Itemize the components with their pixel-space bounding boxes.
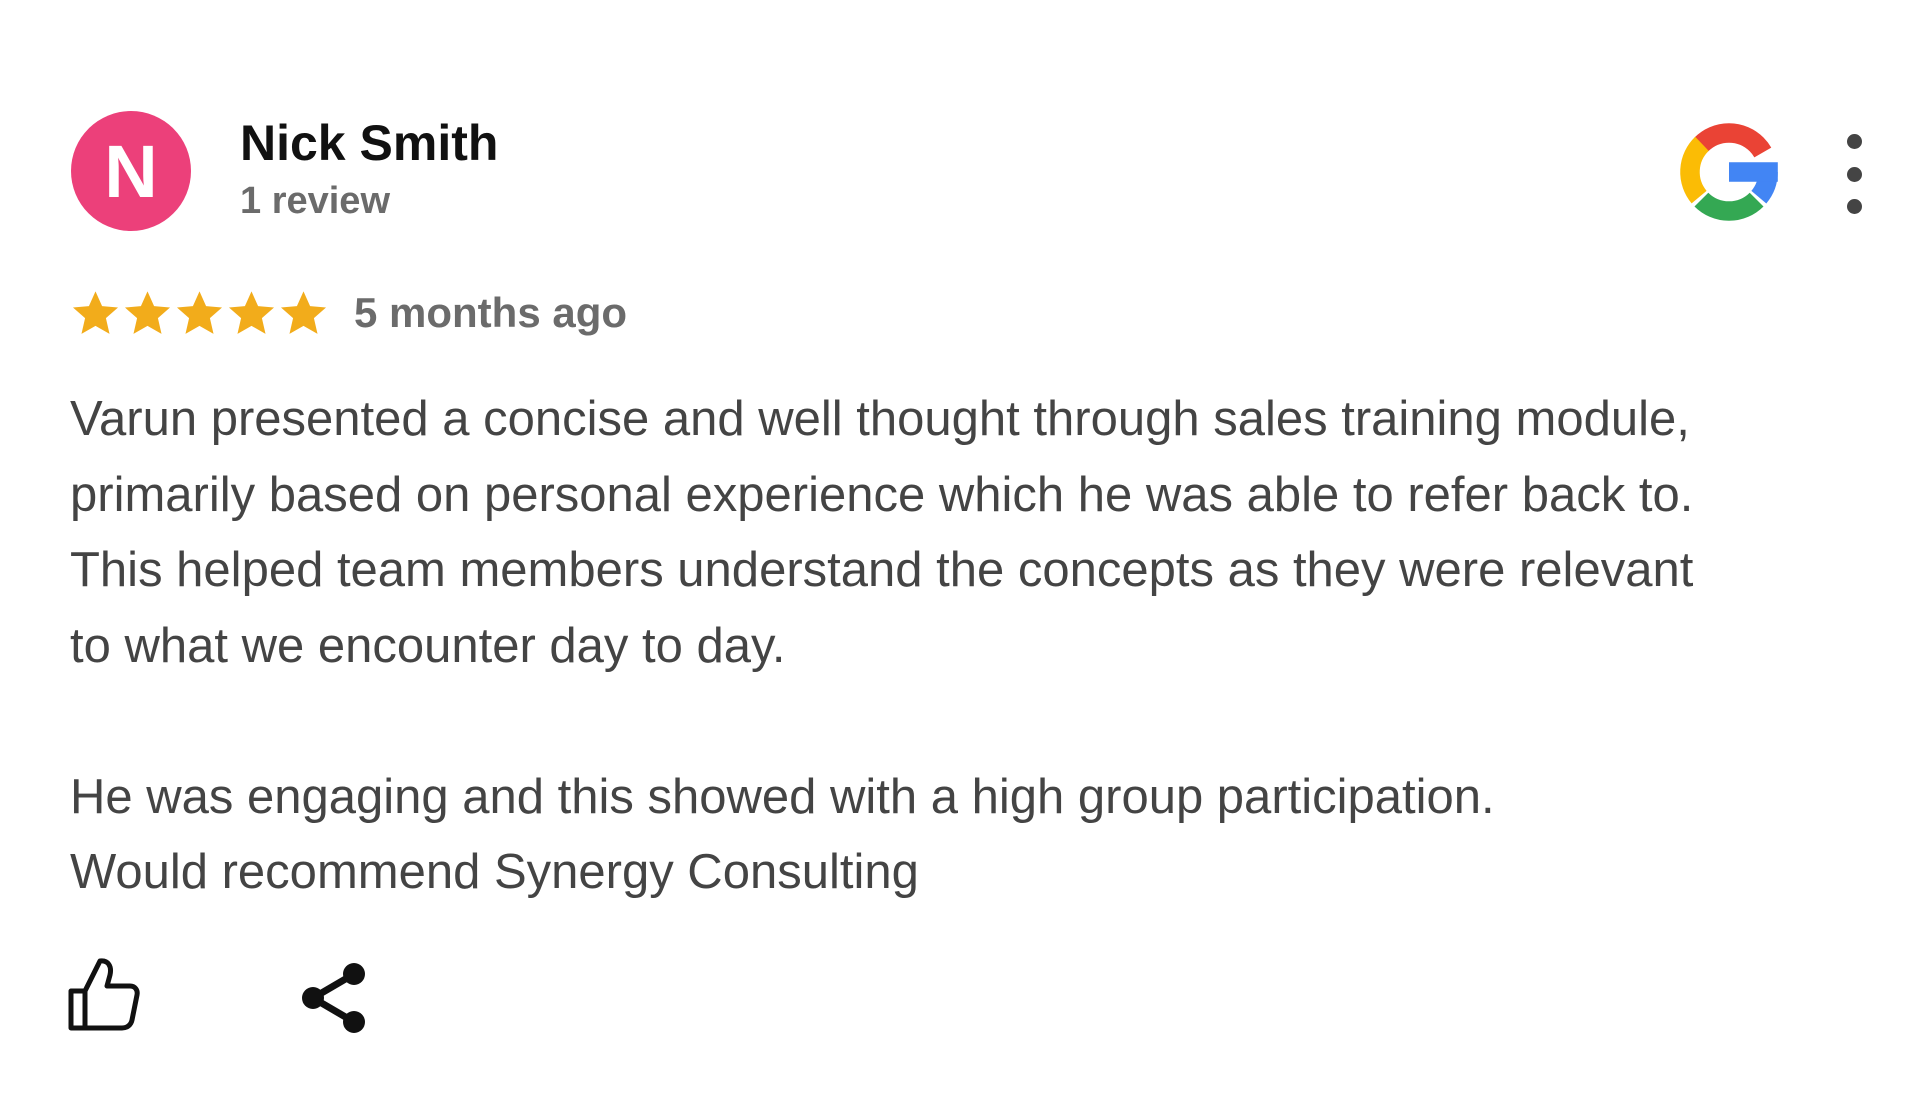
review-text-line: He was engaging and this showed with a h… bbox=[70, 769, 1495, 824]
more-vert-icon-dot bbox=[1846, 199, 1862, 214]
star-icon bbox=[280, 290, 327, 334]
share-icon[interactable] bbox=[300, 961, 370, 1035]
star-icon bbox=[176, 290, 223, 334]
more-vert-icon-dot bbox=[1846, 134, 1862, 149]
star-rating bbox=[70, 288, 330, 339]
author-name[interactable]: Nick Smith bbox=[240, 118, 498, 168]
google-g-icon bbox=[1680, 123, 1778, 221]
thumbs-up-icon[interactable] bbox=[68, 955, 140, 1031]
author-review-count[interactable]: 1 review bbox=[240, 182, 390, 220]
paragraph-break bbox=[70, 684, 1870, 760]
review-text-line: Varun presented a concise and well thoug… bbox=[70, 392, 1690, 446]
review-text-line: primarily based on personal experience w… bbox=[70, 467, 1694, 522]
review-text-line: This helped team members understand the … bbox=[70, 543, 1694, 597]
review-text-line: Would recommend Synergy Consulting bbox=[70, 845, 919, 899]
avatar-initial: N bbox=[104, 129, 158, 213]
review-text: Varun presented a concise and well thoug… bbox=[70, 382, 1870, 911]
review-card: N Nick Smith 1 review 5 months ago Varun… bbox=[0, 0, 1920, 1100]
star-icon bbox=[124, 290, 171, 334]
review-date: 5 months ago bbox=[354, 289, 628, 336]
star-icon bbox=[228, 290, 275, 334]
more-options-button[interactable] bbox=[1836, 134, 1872, 214]
more-vert-icon-dot bbox=[1846, 166, 1862, 182]
review-text-line: to what we encounter day to day. bbox=[70, 618, 786, 673]
star-icon bbox=[72, 290, 119, 334]
rating-row: 5 months ago bbox=[70, 285, 627, 341]
avatar[interactable]: N bbox=[71, 111, 191, 231]
